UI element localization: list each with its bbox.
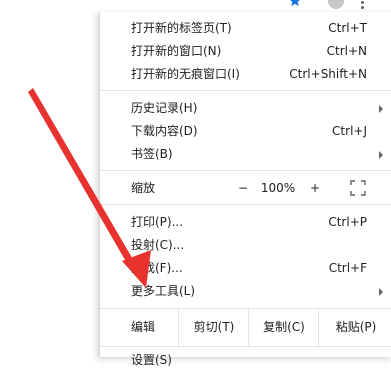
menu-separator: [100, 170, 391, 171]
more-vert-icon[interactable]: [361, 0, 367, 9]
zoom-out-button[interactable]: −: [236, 177, 250, 199]
menu-item-incognito[interactable]: 打开新的无痕窗口(I) Ctrl+Shift+N: [100, 63, 391, 85]
menu-item-new-window[interactable]: 打开新的窗口(N) Ctrl+N: [100, 40, 391, 62]
menu-separator: [100, 90, 391, 91]
browser-toolbar: [0, 0, 391, 12]
menu-item-label: 投射(C)...: [131, 238, 185, 252]
menu-item-shortcut: Ctrl+J: [332, 124, 367, 138]
menu-item-shortcut: Ctrl+T: [328, 21, 367, 35]
menu-item-shortcut: Ctrl+F: [328, 261, 367, 275]
chrome-main-menu: 打开新的标签页(T) Ctrl+T 打开新的窗口(N) Ctrl+N 打开新的无…: [99, 12, 391, 367]
menu-item-label: 书签(B): [131, 147, 173, 161]
menu-item-new-tab[interactable]: 打开新的标签页(T) Ctrl+T: [100, 17, 391, 39]
chevron-right-icon: [379, 288, 383, 296]
chevron-right-icon: [379, 105, 383, 113]
menu-item-label: 设置(S): [131, 353, 172, 367]
menu-item-label: 打印(P)...: [131, 215, 184, 229]
star-icon[interactable]: [288, 0, 302, 8]
menu-item-label: 打开新的标签页(T): [131, 21, 232, 35]
menu-item-zoom: 缩放 − 100% +: [100, 177, 391, 199]
zoom-level: 100%: [260, 181, 296, 195]
paste-button[interactable]: 粘贴(P): [318, 308, 391, 346]
menu-item-shortcut: Ctrl+N: [326, 44, 367, 58]
zoom-label: 缩放: [131, 181, 156, 195]
menu-item-settings[interactable]: 设置(S): [100, 349, 391, 371]
menu-item-more-tools[interactable]: 更多工具(L): [100, 280, 391, 302]
menu-item-label: 打开新的窗口(N): [131, 44, 222, 58]
menu-item-bookmarks[interactable]: 书签(B): [100, 143, 391, 165]
avatar[interactable]: [328, 0, 344, 9]
menu-separator: [100, 346, 391, 347]
menu-separator: [100, 204, 391, 205]
chevron-right-icon: [379, 151, 383, 159]
menu-item-label: 更多工具(L): [131, 284, 196, 298]
menu-item-label: 查找(F)...: [131, 261, 183, 275]
copy-button[interactable]: 复制(C): [248, 308, 319, 346]
menu-item-find[interactable]: 查找(F)... Ctrl+F: [100, 257, 391, 279]
fullscreen-icon[interactable]: [350, 180, 366, 196]
menu-item-shortcut: Ctrl+Shift+N: [289, 67, 367, 81]
menu-item-cast[interactable]: 投射(C)...: [100, 234, 391, 256]
menu-item-label: 历史记录(H): [131, 101, 198, 115]
menu-item-label: 打开新的无痕窗口(I): [131, 67, 240, 81]
menu-item-history[interactable]: 历史记录(H): [100, 97, 391, 119]
cut-button[interactable]: 剪切(T): [178, 308, 249, 346]
edit-label: 编辑: [131, 320, 156, 334]
menu-item-downloads[interactable]: 下载内容(D) Ctrl+J: [100, 120, 391, 142]
menu-item-label: 下载内容(D): [131, 124, 198, 138]
menu-item-edit: 编辑 剪切(T) 复制(C) 粘贴(P): [100, 308, 391, 346]
zoom-in-button[interactable]: +: [308, 177, 322, 199]
menu-item-shortcut: Ctrl+P: [328, 215, 367, 229]
menu-item-print[interactable]: 打印(P)... Ctrl+P: [100, 211, 391, 233]
